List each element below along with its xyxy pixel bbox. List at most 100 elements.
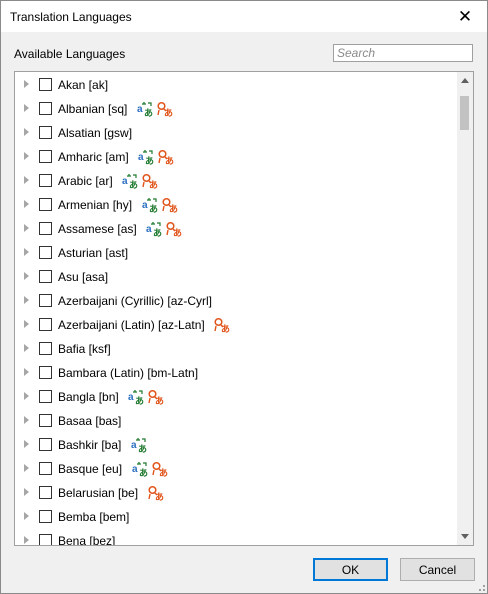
cancel-button[interactable]: Cancel xyxy=(400,558,475,581)
expand-arrow-icon[interactable] xyxy=(24,200,29,208)
translate-icon: a あ xyxy=(122,174,138,189)
expand-arrow-icon[interactable] xyxy=(24,440,29,448)
speech-icon: あ xyxy=(157,101,173,117)
close-icon[interactable]: ✕ xyxy=(443,1,487,32)
svg-text:あ: あ xyxy=(165,156,174,165)
expand-arrow-icon[interactable] xyxy=(24,416,29,424)
language-list[interactable]: Akan [ak] Albanian [sq] a あ あ Alsatian [g… xyxy=(14,71,474,546)
language-checkbox[interactable] xyxy=(39,78,52,91)
language-checkbox[interactable] xyxy=(39,438,52,451)
language-row[interactable]: Albanian [sq] a あ あ xyxy=(15,97,458,121)
language-label: Basque [eu] xyxy=(58,462,123,476)
scroll-up-icon[interactable] xyxy=(461,78,469,83)
language-checkbox[interactable] xyxy=(39,534,52,545)
svg-text:あ: あ xyxy=(129,180,138,189)
expand-arrow-icon[interactable] xyxy=(24,464,29,472)
language-row[interactable]: Armenian [hy] a あ あ xyxy=(15,193,458,217)
language-checkbox[interactable] xyxy=(39,486,52,499)
language-checkbox[interactable] xyxy=(39,414,52,427)
expand-arrow-icon[interactable] xyxy=(24,272,29,280)
language-label: Bambara (Latin) [bm-Latn] xyxy=(58,366,199,380)
expand-arrow-icon[interactable] xyxy=(24,392,29,400)
expand-arrow-icon[interactable] xyxy=(24,368,29,376)
language-label: Bemba [bem] xyxy=(58,510,130,524)
svg-text:あ: あ xyxy=(135,396,144,405)
ok-button[interactable]: OK xyxy=(313,558,388,581)
speech-icon: あ xyxy=(152,461,168,477)
language-checkbox[interactable] xyxy=(39,126,52,139)
expand-arrow-icon[interactable] xyxy=(24,536,29,544)
svg-text:あ: あ xyxy=(164,108,173,117)
expand-arrow-icon[interactable] xyxy=(24,176,29,184)
expand-arrow-icon[interactable] xyxy=(24,248,29,256)
language-row[interactable]: Assamese [as] a あ あ xyxy=(15,217,458,241)
resize-grip-icon[interactable] xyxy=(475,581,485,591)
expand-arrow-icon[interactable] xyxy=(24,344,29,352)
language-capability-icons: あ xyxy=(214,317,230,333)
language-checkbox[interactable] xyxy=(39,102,52,115)
language-label: Bashkir [ba] xyxy=(58,438,122,452)
translate-icon: a あ xyxy=(138,150,154,165)
svg-text:あ: あ xyxy=(144,108,153,117)
expand-arrow-icon[interactable] xyxy=(24,296,29,304)
language-row[interactable]: Bangla [bn] a あ あ xyxy=(15,385,458,409)
expand-arrow-icon[interactable] xyxy=(24,224,29,232)
language-row[interactable]: Asturian [ast] xyxy=(15,241,458,265)
language-checkbox[interactable] xyxy=(39,342,52,355)
language-row[interactable]: Basaa [bas] xyxy=(15,409,458,433)
language-checkbox[interactable] xyxy=(39,150,52,163)
language-row[interactable]: Alsatian [gsw] xyxy=(15,121,458,145)
svg-text:a: a xyxy=(138,152,144,163)
scroll-thumb[interactable] xyxy=(460,96,469,130)
language-row[interactable]: Azerbaijani (Cyrillic) [az-Cyrl] xyxy=(15,289,458,313)
svg-text:あ: あ xyxy=(169,204,178,213)
language-checkbox[interactable] xyxy=(39,366,52,379)
language-checkbox[interactable] xyxy=(39,246,52,259)
language-label: Basaa [bas] xyxy=(58,414,122,428)
language-checkbox[interactable] xyxy=(39,294,52,307)
search-input[interactable] xyxy=(333,44,473,62)
language-row[interactable]: Basque [eu] a あ あ xyxy=(15,457,458,481)
expand-arrow-icon[interactable] xyxy=(24,488,29,496)
language-capability-icons: a あ あ xyxy=(138,149,174,165)
language-capability-icons: a あ xyxy=(131,437,147,453)
language-capability-icons: a あ あ xyxy=(137,101,173,117)
language-label: Albanian [sq] xyxy=(58,102,128,116)
expand-arrow-icon[interactable] xyxy=(24,512,29,520)
language-checkbox[interactable] xyxy=(39,270,52,283)
language-row[interactable]: Amharic [am] a あ あ xyxy=(15,145,458,169)
language-row[interactable]: Arabic [ar] a あ あ xyxy=(15,169,458,193)
scroll-down-icon[interactable] xyxy=(461,534,469,539)
language-label: Bangla [bn] xyxy=(58,390,119,404)
speech-icon: あ xyxy=(158,149,174,165)
language-row[interactable]: Bambara (Latin) [bm-Latn] xyxy=(15,361,458,385)
language-checkbox[interactable] xyxy=(39,198,52,211)
language-capability-icons: a あ あ xyxy=(122,173,158,189)
language-checkbox[interactable] xyxy=(39,174,52,187)
language-row[interactable]: Bafia [ksf] xyxy=(15,337,458,361)
language-checkbox[interactable] xyxy=(39,222,52,235)
language-checkbox[interactable] xyxy=(39,510,52,523)
language-row[interactable]: Azerbaijani (Latin) [az-Latn] あ xyxy=(15,313,458,337)
language-row[interactable]: Akan [ak] xyxy=(15,73,458,97)
expand-arrow-icon[interactable] xyxy=(24,320,29,328)
expand-arrow-icon[interactable] xyxy=(24,104,29,112)
language-row[interactable]: Bemba [bem] xyxy=(15,505,458,529)
language-checkbox[interactable] xyxy=(39,390,52,403)
vertical-scrollbar[interactable] xyxy=(457,72,473,545)
expand-arrow-icon[interactable] xyxy=(24,128,29,136)
language-checkbox[interactable] xyxy=(39,462,52,475)
speech-icon: あ xyxy=(148,485,164,501)
language-row[interactable]: Belarusian [be] あ xyxy=(15,481,458,505)
language-row[interactable]: Bena [bez] xyxy=(15,529,458,545)
language-row[interactable]: Asu [asa] xyxy=(15,265,458,289)
svg-text:あ: あ xyxy=(173,228,182,237)
language-row[interactable]: Bashkir [ba] a あ xyxy=(15,433,458,457)
language-label: Bena [bez] xyxy=(58,534,116,545)
language-label: Alsatian [gsw] xyxy=(58,126,133,140)
expand-arrow-icon[interactable] xyxy=(24,152,29,160)
svg-text:あ: あ xyxy=(155,492,164,501)
expand-arrow-icon[interactable] xyxy=(24,80,29,88)
svg-text:あ: あ xyxy=(145,156,154,165)
language-checkbox[interactable] xyxy=(39,318,52,331)
